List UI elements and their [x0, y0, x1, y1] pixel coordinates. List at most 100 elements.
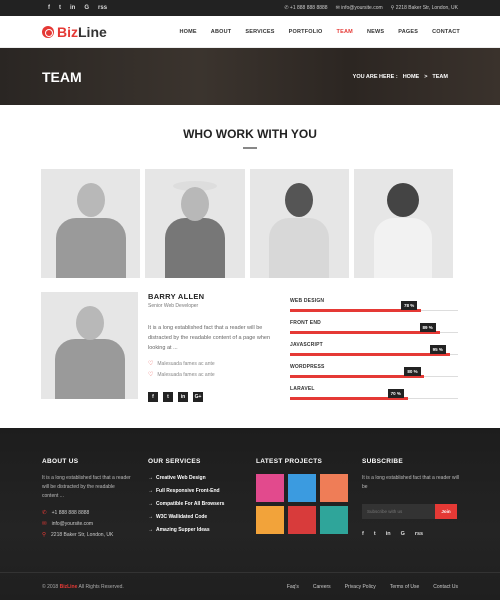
copyright-year: © 2018 — [42, 583, 59, 590]
top-social-links: f t in G rss — [48, 5, 107, 11]
project-thumbnail[interactable] — [288, 506, 316, 534]
join-button[interactable]: Join — [435, 504, 457, 519]
footer-about-title: ABOUT US — [42, 458, 79, 465]
footer-service-link[interactable]: → Creative Web Design — [148, 471, 248, 484]
footer-service-link[interactable]: → Full Responsive Front-End — [148, 484, 248, 497]
nav-pages[interactable]: PAGES — [398, 29, 418, 35]
skill-row: FRONT END 89 % — [290, 320, 458, 342]
breadcrumb-current: TEAM — [432, 73, 448, 80]
facebook-icon[interactable]: f — [148, 392, 158, 402]
profile-social: f t in G+ — [148, 392, 273, 402]
subscribe-form: Join — [362, 504, 462, 519]
footer-link-careers[interactable]: Careers — [313, 584, 331, 590]
person-head — [387, 183, 420, 217]
service-label: Compatible For All Browsers — [156, 500, 225, 507]
heart-icon: ♡ — [148, 361, 154, 367]
skill-percent-badge: 78 % — [401, 301, 418, 310]
google-plus-icon[interactable]: G+ — [193, 392, 203, 402]
logo[interactable]: BizLine — [42, 24, 107, 40]
page-title: TEAM — [42, 68, 82, 85]
footer-address: ⚲ 2218 Baker Str, London, UK — [42, 529, 132, 540]
profile-role: Senior Web Developer — [148, 303, 199, 309]
project-thumbnail[interactable] — [256, 506, 284, 534]
linkedin-icon[interactable]: in — [386, 531, 391, 537]
skill-row: LARAVEL 70 % — [290, 386, 458, 408]
profile-list: ♡ Malesuada fames ac ante ♡ Malesuada fame… — [148, 358, 273, 380]
rss-icon[interactable]: rss — [98, 5, 107, 11]
phone-icon: ✆ — [42, 509, 47, 516]
rss-icon[interactable]: rss — [415, 531, 423, 537]
project-thumbnail[interactable] — [320, 474, 348, 502]
top-bar: f t in G rss ✆ +1 888 888 8888 ✉ info@yo… — [0, 0, 500, 16]
footer-link-privacy[interactable]: Privacy Policy — [345, 584, 376, 590]
footer-links: Faq's Careers Privacy Policy Terms of Us… — [287, 584, 458, 590]
nav-contact[interactable]: CONTACT — [432, 29, 460, 35]
footer-phone: ✆ +1 888 888 8888 — [42, 507, 132, 518]
service-label: Full Responsive Front-End — [156, 487, 220, 494]
profile-list-text: Malesuada fames ac ante — [157, 371, 215, 378]
facebook-icon[interactable]: f — [48, 5, 50, 11]
skill-row: WORDPRESS 80 % — [290, 364, 458, 386]
location-icon: ⚲ — [42, 531, 47, 538]
twitter-icon[interactable]: t — [163, 392, 173, 402]
skill-progress-bar — [290, 353, 450, 356]
linkedin-icon[interactable]: in — [70, 5, 75, 11]
nav-home[interactable]: HOME — [179, 29, 196, 35]
copyright-brand[interactable]: BizLine — [60, 584, 78, 590]
footer-subscribe: SUBSCRIBE It is a long established fact … — [362, 458, 462, 537]
top-email[interactable]: ✉ info@yoursite.com — [336, 5, 383, 11]
nav-services[interactable]: SERVICES — [245, 29, 274, 35]
google-icon[interactable]: G — [84, 5, 89, 11]
nav-news[interactable]: NEWS — [367, 29, 384, 35]
footer-about: ABOUT US It is a long established fact t… — [42, 458, 132, 540]
profile-bio: BARRY ALLEN Senior Web Developer It is a… — [148, 292, 273, 402]
footer-service-link[interactable]: → Compatible For All Browsers — [148, 497, 248, 510]
skill-label: WEB DESIGN — [290, 298, 325, 304]
nav-team[interactable]: TEAM — [337, 29, 353, 35]
team-member-photo[interactable] — [145, 169, 245, 278]
linkedin-icon[interactable]: in — [178, 392, 188, 402]
skill-row: WEB DESIGN 78 % — [290, 298, 458, 320]
footer-link-contact[interactable]: Contact Us — [433, 584, 458, 590]
footer-email-text: info@yoursite.com — [51, 520, 94, 527]
footer: ABOUT US It is a long established fact t… — [0, 428, 500, 600]
footer-services: OUR SERVICES → Creative Web Design → Ful… — [148, 458, 248, 536]
footer-projects: LATEST PROJECTS — [256, 458, 352, 534]
service-label: Amazing Supper Ideas — [156, 526, 210, 533]
google-icon[interactable]: G — [401, 531, 405, 537]
twitter-icon[interactable]: t — [59, 5, 61, 11]
facebook-icon[interactable]: f — [362, 531, 364, 537]
subscribe-input[interactable] — [362, 504, 435, 519]
top-phone-text: +1 888 888 8888 — [289, 5, 328, 11]
profile-list-item: ♡ Malesuada fames ac ante — [148, 369, 273, 380]
nav-portfolio[interactable]: PORTFOLIO — [289, 29, 323, 35]
team-member-photo[interactable] — [249, 169, 349, 278]
main-navbar: BizLine HOME ABOUT SERVICES PORTFOLIO TE… — [0, 16, 500, 48]
breadcrumb-home[interactable]: HOME — [403, 74, 420, 80]
nav-about[interactable]: ABOUT — [211, 29, 232, 35]
footer-link-terms[interactable]: Terms of Use — [390, 584, 419, 590]
top-phone: ✆ +1 888 888 8888 — [284, 5, 328, 11]
team-member-photo[interactable] — [353, 169, 453, 278]
footer-service-link[interactable]: → W3C Wallidated Code — [148, 510, 248, 523]
twitter-icon[interactable]: t — [374, 531, 376, 537]
person-body — [164, 218, 225, 278]
footer-link-faq[interactable]: Faq's — [287, 584, 299, 590]
skill-percent-badge: 80 % — [404, 367, 421, 376]
project-thumbnail[interactable] — [288, 474, 316, 502]
team-member-photo[interactable] — [41, 169, 141, 278]
footer-service-link[interactable]: → Amazing Supper Ideas — [148, 523, 248, 536]
project-thumbnail[interactable] — [256, 474, 284, 502]
copyright: © 2018 BizLine All Rights Reserved. — [42, 584, 124, 590]
service-label: W3C Wallidated Code — [156, 513, 208, 520]
logo-suffix: Line — [78, 23, 107, 40]
main-menu: HOME ABOUT SERVICES PORTFOLIO TEAM NEWS … — [179, 29, 460, 35]
project-thumbnail[interactable] — [320, 506, 348, 534]
person-body — [269, 218, 330, 278]
logo-text: BizLine — [57, 24, 107, 40]
email-icon: ✉ — [42, 520, 47, 527]
person-head — [180, 187, 209, 221]
profile-name: BARRY ALLEN — [148, 292, 205, 301]
footer-email[interactable]: ✉ info@yoursite.com — [42, 518, 132, 529]
person-head — [76, 183, 105, 217]
